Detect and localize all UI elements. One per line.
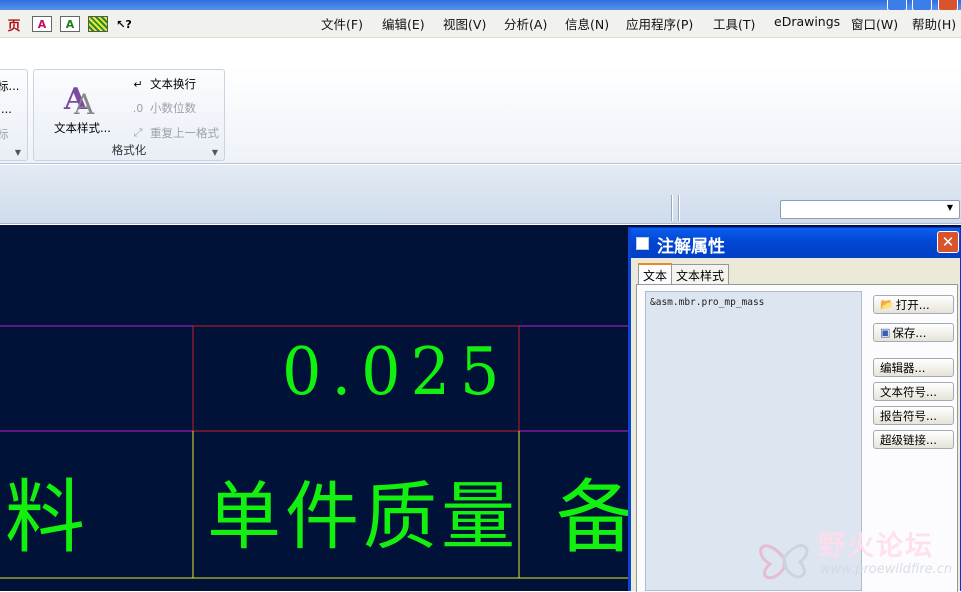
text-wrap-label: 文本换行 <box>150 77 196 91</box>
text-symbol-button[interactable]: 文本符号... <box>873 382 954 401</box>
text-style-label: 文本样式... <box>54 121 111 135</box>
decimal-places-button[interactable]: .0 小数位数 <box>130 100 196 116</box>
watermark-url: www.proewildfire.cn <box>820 562 953 577</box>
menu-edit[interactable]: 编辑(E) <box>382 14 425 33</box>
group-expand-icon[interactable]: ▼ <box>212 148 218 157</box>
text-wrap-button[interactable]: ↵ 文本换行 <box>130 76 196 92</box>
tab-text-style[interactable]: 文本样式 <box>671 264 730 284</box>
ribbon-left-item-1[interactable]: 标... <box>0 78 19 94</box>
save-icon: ▣ <box>880 326 891 339</box>
menu-info[interactable]: 信息(N) <box>565 14 609 33</box>
menu-file[interactable]: 文件(F) <box>321 14 363 33</box>
ribbon-group-format: A A 文本样式... ↵ 文本换行 .0 小数位数 ⤢ 重复上一格式 格式化 … <box>33 69 225 161</box>
menu-tools[interactable]: 工具(T) <box>713 14 755 33</box>
ribbon-left-item-2[interactable]: ... <box>1 102 12 116</box>
folder-open-icon: 📂 <box>880 298 894 311</box>
header-unit-mass-text[interactable]: 单件质量 <box>207 457 519 564</box>
toolbar-separator <box>671 195 673 221</box>
repeat-format-icon: ⤢ <box>133 126 143 139</box>
window-title-bar <box>0 0 961 11</box>
text-style-button[interactable]: A A 文本样式... <box>54 82 124 135</box>
butterfly-logo-icon <box>759 544 809 580</box>
menu-edrawings[interactable]: eDrawings <box>774 14 840 29</box>
filter-dropdown[interactable]: ▼ <box>780 200 960 219</box>
menu-applications[interactable]: 应用程序(P) <box>626 14 693 33</box>
save-label: 保存... <box>892 325 927 340</box>
toolbar-separator <box>678 195 680 221</box>
menu-analysis[interactable]: 分析(A) <box>504 14 547 33</box>
group-expand-icon[interactable]: ▼ <box>15 148 21 157</box>
editor-label: 编辑器... <box>880 360 926 375</box>
decimal-places-label: 小数位数 <box>150 101 196 115</box>
dialog-app-icon <box>636 237 649 250</box>
text-style-icon-shadow: A <box>74 88 95 121</box>
decimal-places-icon: .0 <box>132 101 144 115</box>
mass-value-text[interactable]: 0.025 <box>282 333 510 410</box>
page-icon[interactable]: 页 <box>5 16 23 34</box>
open-label: 打开... <box>895 297 930 312</box>
editor-button[interactable]: 编辑器... <box>873 358 954 377</box>
help-pointer-icon[interactable]: ↖? <box>114 16 134 32</box>
watermark: 野火论坛 www.proewildfire.cn <box>750 520 961 591</box>
text-style-b-icon[interactable]: A <box>60 16 80 32</box>
header-remarks-text[interactable]: 备 <box>556 453 636 569</box>
open-button[interactable]: 📂 打开... <box>873 295 954 314</box>
format-group-label: 格式化 <box>111 143 147 157</box>
chevron-down-icon: ▼ <box>946 203 953 212</box>
dialog-title-bar[interactable]: 注解属性 ✕ <box>631 228 960 258</box>
dialog-title: 注解属性 <box>657 237 725 257</box>
graphics-toolbar: ▼ <box>0 165 961 224</box>
text-style-a-icon[interactable]: A <box>32 16 52 32</box>
tab-text[interactable]: 文本 <box>638 263 673 285</box>
hyperlink-label: 超级链接... <box>880 432 937 447</box>
text-symbol-label: 文本符号... <box>880 384 937 399</box>
text-wrap-icon: ↵ <box>133 77 143 91</box>
menu-window[interactable]: 窗口(W) <box>851 14 898 33</box>
repeat-format-label: 重复上一格式 <box>150 126 219 140</box>
ribbon-tab-strip <box>0 38 961 66</box>
menu-view[interactable]: 视图(V) <box>443 14 486 33</box>
save-button[interactable]: ▣ 保存... <box>873 323 954 342</box>
ribbon: 标... ... 标 ▼ A A 文本样式... ↵ 文本换行 .0 小数位数 … <box>0 66 961 164</box>
hatch-icon[interactable] <box>88 16 108 32</box>
close-icon[interactable]: ✕ <box>937 231 959 253</box>
watermark-name: 野火论坛 <box>818 531 934 562</box>
ribbon-left-item-3[interactable]: 标 <box>0 126 9 142</box>
report-symbol-label: 报告符号... <box>880 408 937 423</box>
hyperlink-button[interactable]: 超级链接... <box>873 430 954 449</box>
header-material-text[interactable]: 料 <box>5 453 85 569</box>
repeat-format-button[interactable]: ⤢ 重复上一格式 <box>130 125 219 141</box>
menu-help[interactable]: 帮助(H) <box>912 14 956 33</box>
ribbon-group-left: 标... ... 标 ▼ <box>0 69 28 161</box>
report-symbol-button[interactable]: 报告符号... <box>873 406 954 425</box>
menu-bar: 页 A A ↖? 文件(F) 编辑(E) 视图(V) 分析(A) 信息(N) 应… <box>0 10 961 38</box>
